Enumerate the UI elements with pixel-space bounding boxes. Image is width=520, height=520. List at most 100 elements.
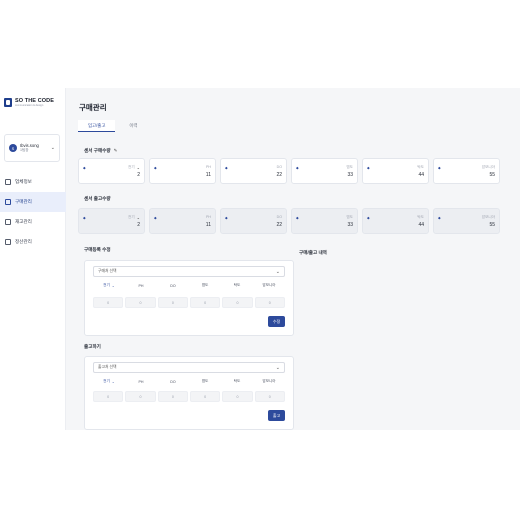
release-button[interactable]: 출고 xyxy=(268,410,285,421)
stat-value: 55 xyxy=(489,172,495,178)
main-content: 구매관리 입고/출고 이력 센서 구매수량 ✎ ◆ 전기 ⌄ 2 ◆ PH 11 … xyxy=(66,88,520,430)
edit-button[interactable]: 수정 xyxy=(268,316,285,327)
column-header: PH xyxy=(138,283,144,288)
quantity-input-row: 0 0 0 0 0 0 xyxy=(93,297,285,308)
dot-icon: ◆ xyxy=(438,166,441,170)
dot-icon: ◆ xyxy=(367,166,370,170)
sidebar-item-inventory[interactable]: 재고관리 xyxy=(0,212,66,232)
sidebar-nav: 업체정보 구매관리 재고관리 정산관리 xyxy=(0,172,66,252)
building-icon xyxy=(5,179,11,185)
dot-icon: ◆ xyxy=(154,166,157,170)
sensor-header-row: 전기 ⌄ PH DO 염도 탁도 암모니아 xyxy=(93,281,285,290)
stat-label: DO xyxy=(276,165,282,169)
quantity-input[interactable]: 0 xyxy=(157,297,188,308)
stat-label: 염도 xyxy=(346,165,353,169)
stat-value: 44 xyxy=(418,222,424,228)
document-icon xyxy=(5,239,11,245)
column-header: DO xyxy=(170,283,176,288)
vendor-select[interactable]: 구매처 선택 ⌄ xyxy=(93,266,285,277)
dot-icon: ◆ xyxy=(296,216,299,220)
quantity-input[interactable]: 0 xyxy=(222,391,253,402)
stat-label: 전기 xyxy=(128,215,135,219)
stat-box: ◆ PH 11 xyxy=(149,208,216,234)
user-menu[interactable]: S Ibvis.song 1팀장 ⌄ xyxy=(4,134,60,162)
purchase-quantity-row: ◆ 전기 ⌄ 2 ◆ PH 11 ◆ DO 22 ◆ 염도 33 ◆ 탁도 44… xyxy=(78,158,500,184)
quantity-input[interactable]: 0 xyxy=(189,297,221,308)
purchase-edit-panel: 구매처 선택 ⌄ 전기 ⌄ PH DO 염도 탁도 암모니아 0 0 0 0 0 … xyxy=(84,260,294,336)
pencil-icon[interactable]: ✎ xyxy=(114,148,118,154)
release-title: 출고하기 xyxy=(84,344,101,349)
brand-logo[interactable]: SO THE CODE communication & design xyxy=(4,98,54,107)
column-header: 탁도 xyxy=(233,379,241,383)
chevron-down-icon: ⌄ xyxy=(275,364,280,371)
stat-box: ◆ 암모니아 55 xyxy=(433,158,500,184)
quantity-input[interactable]: 0 xyxy=(189,391,221,402)
chevron-down-icon[interactable]: ⌄ xyxy=(137,165,140,170)
stat-label: PH xyxy=(206,215,211,219)
box-icon xyxy=(5,219,11,225)
sensor-type-dropdown[interactable]: 전기 ⌄ xyxy=(93,281,125,290)
sensor-header-row: 전기 ⌄ PH DO 염도 탁도 암모니아 xyxy=(93,377,285,386)
stat-box: ◆ 암모니아 55 xyxy=(433,208,500,234)
app-window: SO THE CODE communication & design S Ibv… xyxy=(0,88,520,430)
stat-value: 44 xyxy=(418,172,424,178)
stat-box: ◆ 전기 ⌄ 2 xyxy=(78,208,145,234)
stat-value: 11 xyxy=(205,172,211,178)
sidebar-item-label: 재고관리 xyxy=(15,219,32,224)
sidebar-item-company[interactable]: 업체정보 xyxy=(0,172,66,192)
quantity-input[interactable]: 0 xyxy=(125,297,156,308)
chevron-down-icon: ⌄ xyxy=(111,379,115,384)
dot-icon: ◆ xyxy=(154,216,157,220)
stat-value: 22 xyxy=(276,222,282,228)
sidebar-item-purchase[interactable]: 구매관리 xyxy=(0,192,66,212)
dot-icon: ◆ xyxy=(438,216,441,220)
dot-icon: ◆ xyxy=(83,216,86,220)
column-header: 염도 xyxy=(201,379,209,383)
purchase-quantity-title: 센서 구매수량 ✎ xyxy=(84,148,118,154)
dot-icon: ◆ xyxy=(367,216,370,220)
quantity-input[interactable]: 0 xyxy=(93,391,124,402)
sidebar-item-settlement[interactable]: 정산관리 xyxy=(0,232,66,252)
logo-icon xyxy=(4,98,12,107)
avatar: S xyxy=(9,144,17,152)
release-panel: 출고처 선택 ⌄ 전기 ⌄ PH DO 염도 탁도 암모니아 0 0 0 0 0 … xyxy=(84,356,294,430)
tab-inout[interactable]: 입고/출고 xyxy=(78,120,116,132)
quantity-input[interactable]: 0 xyxy=(222,297,253,308)
column-header: 암모니아 xyxy=(262,379,276,383)
purchase-edit-title: 구매등록 수정 xyxy=(84,247,111,252)
sidebar-item-label: 정산관리 xyxy=(15,239,32,244)
stat-label: PH xyxy=(206,165,211,169)
tab-bar: 입고/출고 이력 xyxy=(78,120,147,132)
stat-label: 염도 xyxy=(346,215,353,219)
column-header: 염도 xyxy=(201,283,209,287)
user-role: 1팀장 xyxy=(20,148,29,153)
quantity-input[interactable]: 0 xyxy=(93,297,124,308)
chevron-down-icon: ⌄ xyxy=(50,145,55,151)
column-header: DO xyxy=(170,379,176,384)
sidebar: SO THE CODE communication & design S Ibv… xyxy=(0,88,66,430)
bag-icon xyxy=(5,199,11,205)
stat-label: DO xyxy=(276,215,282,219)
stat-box: ◆ PH 11 xyxy=(149,158,216,184)
tab-history[interactable]: 이력 xyxy=(119,120,147,132)
dot-icon: ◆ xyxy=(225,166,228,170)
stat-box: ◆ 탁도 44 xyxy=(362,158,429,184)
quantity-input-row: 0 0 0 0 0 0 xyxy=(93,391,285,402)
destination-select[interactable]: 출고처 선택 ⌄ xyxy=(93,362,285,373)
stat-box: ◆ 염도 33 xyxy=(291,208,358,234)
column-header: 암모니아 xyxy=(262,283,276,287)
chevron-down-icon[interactable]: ⌄ xyxy=(137,215,140,220)
stat-label: 탁도 xyxy=(417,165,424,169)
quantity-input[interactable]: 0 xyxy=(125,391,156,402)
quantity-input[interactable]: 0 xyxy=(254,297,285,308)
column-header: 탁도 xyxy=(233,283,241,287)
chevron-down-icon: ⌄ xyxy=(275,268,280,275)
stat-value: 55 xyxy=(489,222,495,228)
page-title: 구매관리 xyxy=(79,103,107,112)
quantity-input[interactable]: 0 xyxy=(157,391,188,402)
dot-icon: ◆ xyxy=(296,166,299,170)
stat-value: 33 xyxy=(347,222,353,228)
sensor-type-dropdown[interactable]: 전기 ⌄ xyxy=(93,377,125,386)
column-header: PH xyxy=(138,379,144,384)
quantity-input[interactable]: 0 xyxy=(254,391,285,402)
